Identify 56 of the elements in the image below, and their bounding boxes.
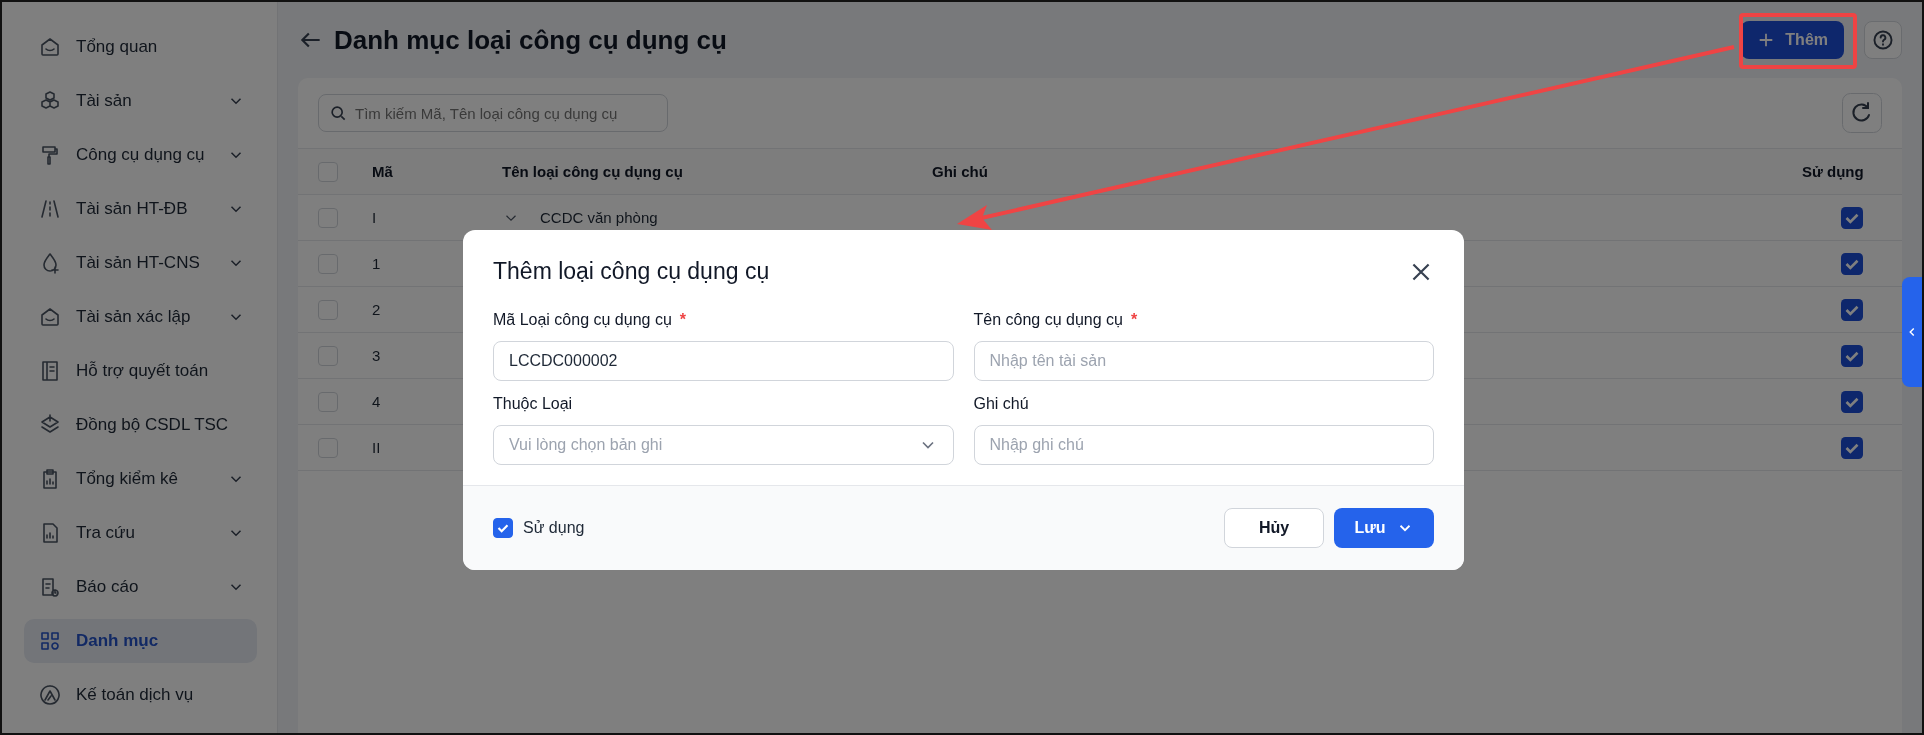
sidebar-item[interactable]: Tổng kiểm kê xyxy=(24,457,257,501)
column-header: Ghi chú xyxy=(931,163,989,180)
select-field[interactable]: Vui lòng chọn bản ghi xyxy=(493,425,954,465)
checked-checkbox[interactable] xyxy=(1841,252,1863,275)
checked-checkbox[interactable] xyxy=(1841,390,1863,413)
field-label: Thuộc Loại xyxy=(493,395,573,413)
cancel-button[interactable]: Hủy xyxy=(1224,508,1324,548)
save-button[interactable]: Lưu xyxy=(1334,508,1434,548)
sidebar-item[interactable]: Tài sản xác lập xyxy=(24,295,257,339)
checkbox-label: Sử dụng xyxy=(523,519,585,537)
column-header: Mã xyxy=(371,163,394,180)
table-cell-text: 3 xyxy=(371,347,382,364)
sidebar-item[interactable]: Tài sản HT-CNS xyxy=(24,241,257,285)
sidebar-item[interactable]: Danh mục xyxy=(24,619,257,663)
menu-item-icon xyxy=(38,197,62,221)
checked-checkbox[interactable] xyxy=(1841,206,1863,229)
sidebar-item[interactable]: Báo cáo xyxy=(24,565,257,609)
sidebar-item[interactable]: Tài sản xyxy=(24,79,257,123)
sidebar-item[interactable]: Hỗ trợ quyết toán xyxy=(24,349,257,393)
menu-item-icon xyxy=(38,305,62,329)
table-cell-text: 2 xyxy=(371,301,382,318)
checked-checkbox[interactable] xyxy=(1841,344,1863,367)
sidebar-item[interactable]: Công cụ dụng cụ xyxy=(24,133,257,177)
sidebar-item[interactable]: Tra cứu xyxy=(24,511,257,555)
required-mark: * xyxy=(1130,311,1138,329)
sidebar-item[interactable]: Kế toán dịch vụ xyxy=(24,673,257,717)
menu-item-icon xyxy=(38,35,62,59)
table-cell-text: I xyxy=(371,209,378,226)
input-field[interactable]: Nhập ghi chú xyxy=(973,425,1434,465)
table-cell-text: 4 xyxy=(371,393,382,410)
help-icon[interactable] xyxy=(1864,21,1902,59)
field-label: Tên công cụ dụng cụ xyxy=(973,311,1123,329)
table-cell: CCDC văn phòng xyxy=(540,209,658,226)
menu-item-icon xyxy=(38,683,62,707)
checked-checkbox[interactable] xyxy=(1841,298,1863,321)
search-field[interactable]: Tìm kiếm Mã, Tên loại công cụ dụng cụ xyxy=(318,94,668,132)
input-field[interactable]: Nhập tên tài sản xyxy=(973,341,1434,381)
search-icon xyxy=(328,103,348,123)
refresh-icon[interactable] xyxy=(1842,93,1882,133)
in-use-checkbox[interactable] xyxy=(493,518,513,538)
table-cell-text: II xyxy=(371,439,382,456)
add-button[interactable]: Thêm xyxy=(1741,21,1844,59)
table-cell-text: 1 xyxy=(371,255,382,272)
menu-item-icon xyxy=(38,629,62,653)
field-label: Ghi chú xyxy=(973,395,1029,413)
field-label: Mã Loại công cụ dụng cụ xyxy=(493,311,672,329)
column-header: Tên loại công cụ dụng cụ xyxy=(501,163,684,180)
dialog-title: Thêm loại công cụ dụng cụ xyxy=(493,258,771,285)
sidebar-item[interactable]: Đồng bộ CSDL TSC xyxy=(24,403,257,447)
input-field[interactable]: LCCDC000002 xyxy=(493,341,954,381)
required-mark: * xyxy=(679,311,687,329)
sidebar-item[interactable]: Tài sản HT-ĐB xyxy=(24,187,257,231)
sidebar-item[interactable]: Tổng quan xyxy=(24,25,257,69)
page-title: Danh mục loại công cụ dụng cụ xyxy=(334,24,727,56)
column-header: Sử dụng xyxy=(1802,163,1865,180)
checked-checkbox[interactable] xyxy=(1841,436,1863,459)
